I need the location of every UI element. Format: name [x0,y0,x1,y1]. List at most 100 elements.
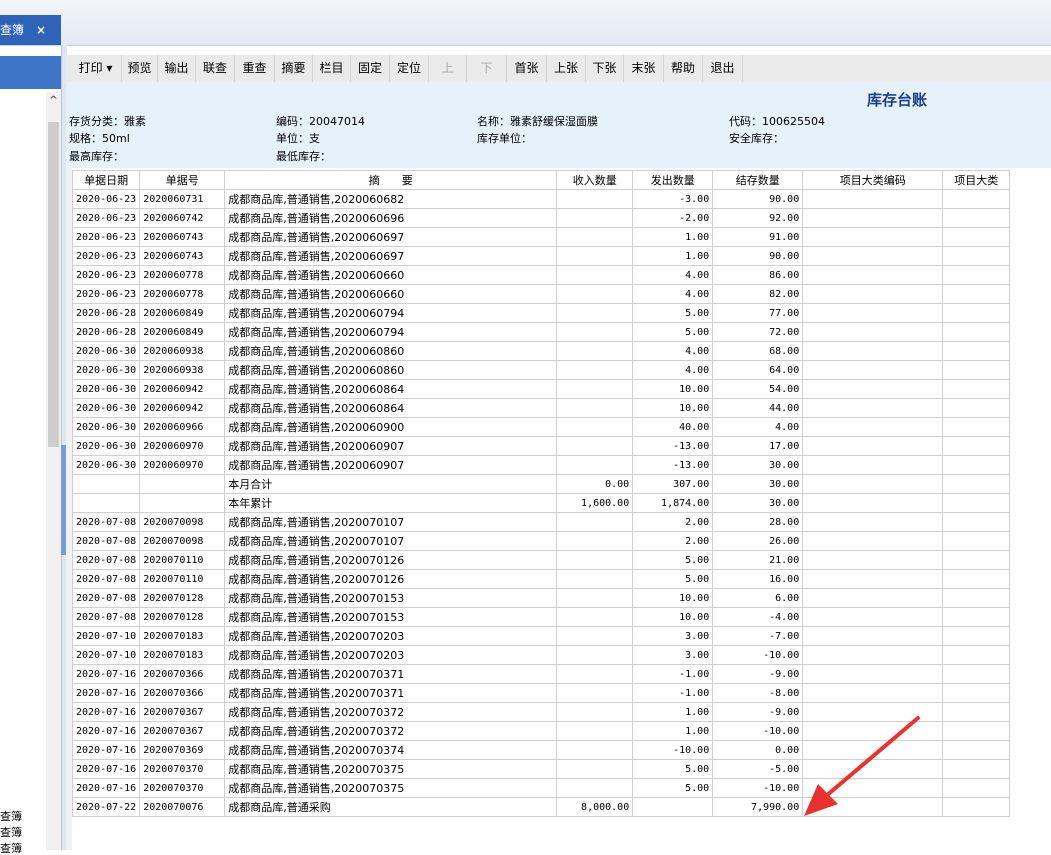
table-cell[interactable] [556,379,634,399]
table-cell[interactable] [942,664,1011,684]
table-cell[interactable] [802,493,944,513]
table-cell[interactable]: 2020-06-30 [71,455,141,475]
table-cell[interactable]: 2020-07-10 [71,626,141,646]
table-cell[interactable]: 30.00 [712,455,804,475]
table-cell[interactable]: 成都商品库,普通采购 [224,797,558,817]
table-cell[interactable]: 1.00 [632,246,714,266]
table-cell[interactable]: 2020070098 [139,531,226,551]
table-cell[interactable] [556,398,634,418]
table-cell[interactable]: 2020070183 [139,626,226,646]
table-cell[interactable] [802,436,944,456]
table-cell[interactable] [942,797,1011,817]
table-cell[interactable] [556,588,634,608]
table-cell[interactable] [802,398,944,418]
table-cell[interactable]: 2020060849 [139,303,226,323]
column-header[interactable]: 项目大类编码 [802,170,944,190]
table-cell[interactable] [139,474,226,494]
table-cell[interactable] [942,569,1011,589]
table-cell[interactable]: 2020060970 [139,455,226,475]
table-cell[interactable]: 2020060942 [139,379,226,399]
table-row[interactable]: 2020-06-30 2020060970 成都商品库,普通销售,202006090… [71,436,1011,456]
next-page-button[interactable]: 下张 [586,55,624,82]
table-cell[interactable]: 2020070076 [139,797,226,817]
table-cell[interactable] [802,265,944,285]
table-cell[interactable]: 3.00 [632,626,714,646]
table-cell[interactable]: 44.00 [712,398,804,418]
table-cell[interactable]: 2020-07-16 [71,664,141,684]
table-cell[interactable] [802,341,944,361]
table-cell[interactable]: 成都商品库,普通销售,2020070203 [224,645,558,665]
table-cell[interactable]: -1.00 [632,683,714,703]
table-cell[interactable] [71,493,141,513]
table-cell[interactable] [802,284,944,304]
table-cell[interactable]: 2020060742 [139,208,226,228]
table-cell[interactable]: -13.00 [632,455,714,475]
table-row[interactable]: 2020-07-10 2020070183 成都商品库,普通销售,202007020… [71,645,1011,665]
table-cell[interactable]: 2020-07-08 [71,588,141,608]
table-cell[interactable]: 2020-07-16 [71,759,141,779]
tab-ledger-query[interactable]: 查簿 × [0,15,61,45]
table-cell[interactable] [942,778,1011,798]
table-row[interactable]: 2020-06-23 2020060742 成都商品库,普通销售,202006069… [71,208,1011,228]
table-cell[interactable]: 2020070367 [139,702,226,722]
table-cell[interactable]: 2020070128 [139,588,226,608]
table-cell[interactable]: 1.00 [632,702,714,722]
table-cell[interactable]: 成都商品库,普通销售,2020070126 [224,550,558,570]
prev-page-button[interactable]: 上张 [547,55,586,82]
table-row[interactable]: 2020-06-23 2020060778 成都商品库,普通销售,202006066… [71,284,1011,304]
table-cell[interactable]: 72.00 [712,322,804,342]
table-cell[interactable]: 2020060942 [139,398,226,418]
table-cell[interactable]: 本月合计 [224,474,558,494]
table-cell[interactable] [556,284,634,304]
table-cell[interactable]: 2020-06-23 [71,246,141,266]
table-cell[interactable]: 5.00 [632,322,714,342]
table-cell[interactable]: 2020-07-08 [71,607,141,627]
table-cell[interactable]: 4.00 [632,265,714,285]
table-cell[interactable] [942,322,1011,342]
table-row[interactable]: 2020-06-30 2020060938 成都商品库,普通销售,202006086… [71,341,1011,361]
table-cell[interactable] [942,493,1011,513]
table-cell[interactable]: 2020-06-28 [71,303,141,323]
table-cell[interactable] [802,189,944,209]
table-cell[interactable] [556,759,634,779]
table-cell[interactable]: 2.00 [632,531,714,551]
table-cell[interactable] [942,588,1011,608]
table-row[interactable]: 2020-06-30 2020060970 成都商品库,普通销售,202006090… [71,455,1011,475]
linked-query-button[interactable]: 联查 [196,55,235,82]
table-cell[interactable]: 成都商品库,普通销售,2020070203 [224,626,558,646]
table-cell[interactable] [556,626,634,646]
table-cell[interactable] [802,664,944,684]
table-row[interactable]: 本月合计 0.00 307.00 30.00 [71,474,1011,494]
table-cell[interactable] [942,341,1011,361]
table-cell[interactable]: 成都商品库,普通销售,2020060794 [224,322,558,342]
up-button[interactable]: 上 [429,55,467,82]
table-row[interactable]: 2020-06-23 2020060778 成都商品库,普通销售,202006066… [71,265,1011,285]
table-row[interactable]: 2020-06-30 2020060942 成都商品库,普通销售,202006086… [71,398,1011,418]
table-cell[interactable]: 30.00 [712,474,804,494]
table-cell[interactable]: 成都商品库,普通销售,2020060907 [224,455,558,475]
fix-button[interactable]: 固定 [351,55,390,82]
table-cell[interactable] [556,436,634,456]
table-cell[interactable] [942,284,1011,304]
table-cell[interactable]: 2020-07-08 [71,550,141,570]
table-row[interactable]: 本年累计 1,600.00 1,874.00 30.00 [71,493,1011,513]
table-cell[interactable] [802,607,944,627]
table-cell[interactable]: 2020060966 [139,417,226,437]
table-cell[interactable]: 2020060743 [139,246,226,266]
table-cell[interactable] [942,474,1011,494]
table-cell[interactable]: 2020-07-08 [71,512,141,532]
table-row[interactable]: 2020-07-08 2020070098 成都商品库,普通销售,202007010… [71,512,1011,532]
table-cell[interactable] [942,303,1011,323]
table-cell[interactable] [942,683,1011,703]
table-cell[interactable]: 77.00 [712,303,804,323]
table-cell[interactable] [942,398,1011,418]
table-cell[interactable]: 2020-06-23 [71,227,141,247]
table-cell[interactable] [556,322,634,342]
table-cell[interactable]: 成都商品库,普通销售,2020070375 [224,778,558,798]
table-cell[interactable]: 2020-07-08 [71,569,141,589]
table-cell[interactable] [556,265,634,285]
table-cell[interactable] [556,246,634,266]
table-cell[interactable]: 2020-06-30 [71,436,141,456]
table-cell[interactable] [802,303,944,323]
table-cell[interactable] [802,683,944,703]
